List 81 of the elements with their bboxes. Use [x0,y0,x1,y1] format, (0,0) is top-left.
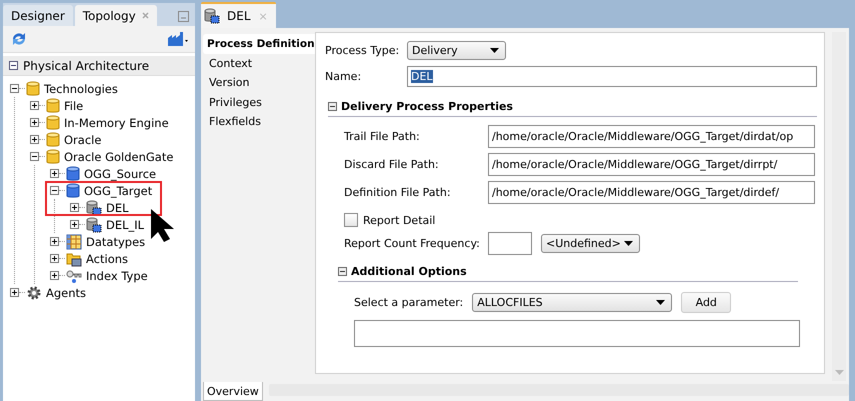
add-button[interactable]: Add [681,292,732,313]
process-type-dropdown[interactable]: Delivery [407,41,506,60]
folder-icon [66,250,82,266]
database-icon [46,98,60,114]
caret-icon [656,300,666,305]
expand-icon[interactable] [50,254,59,263]
vertical-scrollbar[interactable] [832,32,846,381]
key-icon [66,268,82,284]
factory-icon[interactable] [167,31,189,47]
section-title: Physical Architecture [23,58,150,72]
tree-item[interactable]: Datatypes [86,234,146,248]
parameter-text-area[interactable] [354,320,800,347]
nav-item[interactable]: Version [203,73,315,92]
tree-item[interactable]: Agents [46,286,86,300]
nav-item[interactable]: Privileges [203,92,315,112]
database-icon [46,148,60,164]
nav-item[interactable]: Flexfields [203,112,315,132]
database-icon [46,132,60,148]
gear-icon [26,284,42,300]
expand-icon[interactable] [70,220,79,229]
collapse-icon[interactable] [9,61,18,70]
collapse-icon[interactable] [338,267,347,276]
tab[interactable]: Designer [3,5,73,26]
path-field[interactable]: /home/oracle/Oracle/Middleware/OGG_Target/dirdef/ [488,181,815,204]
expand-icon[interactable] [50,237,59,246]
path-field[interactable]: /home/oracle/Oracle/Middleware/OGG_Target/dirrpt/ [488,153,815,176]
tree-item[interactable]: Actions [86,252,128,266]
tab[interactable]: Overview [203,382,263,401]
caret-icon [490,48,499,53]
collapse-icon[interactable] [30,152,39,161]
nav-item[interactable]: Process Definition [203,34,315,54]
field-label: Process Type: [325,44,400,57]
database-icon [26,80,40,96]
unit-dropdown[interactable]: <Undefined> [541,234,640,253]
tree-item[interactable]: OGG_Target [84,184,152,198]
section-title: Delivery Process Properties [341,100,513,113]
database-icon [204,8,220,24]
tree-item[interactable]: OGG_Source [84,166,156,180]
collapse-icon[interactable] [328,102,337,111]
editor-tab[interactable]: DEL × [201,2,276,28]
tree-item[interactable]: DEL_IL [106,218,144,232]
collapse-icon[interactable] [10,84,19,93]
section-header[interactable]: Additional Options [338,265,798,282]
nav-item[interactable]: Context [203,54,315,73]
section-header[interactable]: Delivery Process Properties [328,100,817,117]
tree-item[interactable]: In-Memory Engine [64,116,169,130]
database-icon [46,114,60,130]
tree-item[interactable]: Oracle GoldenGate [64,150,174,164]
field-label: Select a parameter: [354,296,464,309]
database-icon [66,166,80,182]
expand-icon[interactable] [10,288,19,297]
field-label: Definition File Path: [344,186,452,199]
checkbox[interactable] [344,213,358,227]
expand-icon[interactable] [50,271,59,280]
tree-item[interactable]: Oracle [64,132,102,146]
expand-icon[interactable] [50,169,59,178]
expand-icon[interactable] [30,101,39,110]
expand-icon[interactable] [30,118,39,127]
tree-item[interactable]: Index Type [86,268,148,282]
table-icon [66,234,82,250]
section-header[interactable]: Physical Architecture [3,56,195,76]
field-label: Trail File Path: [344,130,421,143]
expand-icon[interactable] [70,203,79,212]
collapse-icon[interactable] [50,186,59,195]
path-field[interactable]: /home/oracle/Oracle/Middleware/OGG_Target/dirdat/op [488,125,815,148]
tree-item[interactable]: DEL [106,200,129,214]
expand-icon[interactable] [30,135,39,144]
section-title: Additional Options [351,265,467,278]
count-field[interactable] [488,232,532,255]
tree-item[interactable]: Technologies [44,82,118,96]
checkbox-label: Report Detail [363,214,436,226]
tree-item[interactable]: File [64,98,84,112]
field-label: Report Count Frequency: [344,237,481,250]
parameter-dropdown[interactable]: ALLOCFILES [472,293,672,312]
database-icon [66,182,80,198]
field-label: Name: [325,70,362,83]
name-field[interactable]: DEL [407,66,817,87]
tab[interactable]: Topology [74,5,157,26]
field-label: Discard File Path: [344,158,440,171]
horizontal-scrollbar[interactable] [268,384,849,396]
caret-icon [624,241,633,246]
